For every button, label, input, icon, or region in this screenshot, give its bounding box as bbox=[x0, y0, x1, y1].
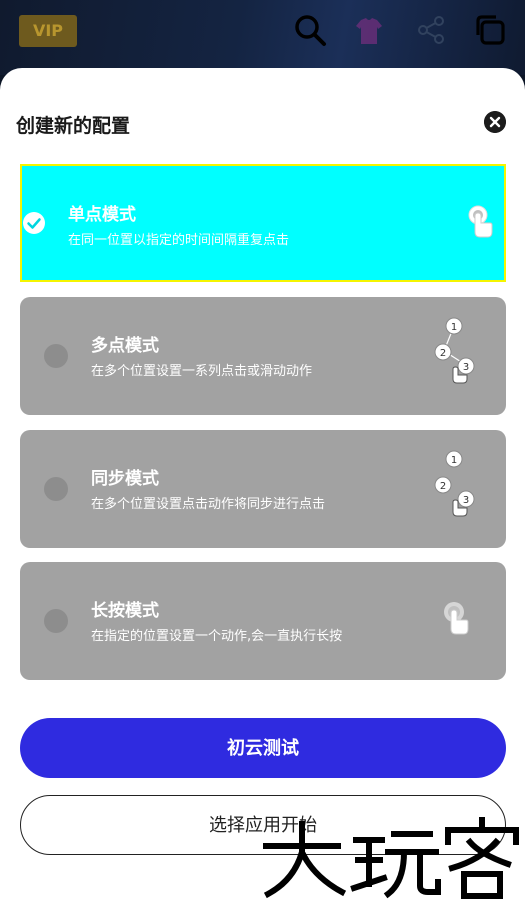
mode-card-multi[interactable]: 多点模式 在多个位置设置一系列点击或滑动动作 1 2 3 bbox=[20, 297, 506, 415]
search-icon[interactable] bbox=[292, 12, 328, 48]
sheet-title: 创建新的配置 bbox=[16, 115, 131, 137]
share-icon[interactable] bbox=[413, 12, 449, 48]
top-app-bar: VIP bbox=[0, 0, 525, 75]
shirt-icon[interactable] bbox=[352, 14, 386, 48]
mode-description: 在同一位置以指定的时间间隔重复点击 bbox=[68, 233, 290, 248]
svg-text:1: 1 bbox=[451, 322, 457, 333]
svg-text:3: 3 bbox=[463, 495, 469, 506]
mode-description: 在多个位置设置一系列点击或滑动动作 bbox=[91, 364, 313, 379]
check-circle-icon bbox=[23, 212, 45, 234]
svg-text:2: 2 bbox=[440, 348, 446, 359]
vip-badge[interactable]: VIP bbox=[19, 15, 77, 47]
multi-tap-icon: 1 2 3 bbox=[434, 317, 475, 384]
single-tap-icon bbox=[468, 205, 493, 238]
long-press-icon bbox=[444, 602, 469, 635]
mode-title: 长按模式 bbox=[91, 601, 159, 621]
sync-tap-icon: 1 2 3 bbox=[434, 450, 475, 517]
create-config-sheet: 创建新的配置 单点模式 在同一位置以指定的时间间隔重复点击 多点模式 在多个位置… bbox=[0, 68, 525, 901]
mode-title: 多点模式 bbox=[91, 336, 159, 356]
radio-button[interactable] bbox=[44, 609, 68, 633]
svg-text:1: 1 bbox=[451, 455, 457, 466]
mode-card-single[interactable]: 单点模式 在同一位置以指定的时间间隔重复点击 bbox=[20, 164, 506, 282]
copy-icon[interactable] bbox=[472, 12, 508, 48]
close-icon[interactable] bbox=[484, 111, 506, 133]
svg-text:2: 2 bbox=[440, 481, 446, 492]
mode-title: 同步模式 bbox=[91, 469, 159, 489]
mode-card-long-press[interactable]: 长按模式 在指定的位置设置一个动作,会一直执行长按 bbox=[20, 562, 506, 680]
radio-button[interactable] bbox=[44, 477, 68, 501]
mode-description: 在多个位置设置点击动作将同步进行点击 bbox=[91, 497, 326, 512]
mode-description: 在指定的位置设置一个动作,会一直执行长按 bbox=[91, 629, 343, 644]
svg-text:3: 3 bbox=[463, 362, 469, 373]
mode-title: 单点模式 bbox=[68, 205, 136, 225]
watermark-logo bbox=[263, 817, 519, 899]
radio-button[interactable] bbox=[44, 344, 68, 368]
test-button[interactable]: 初云测试 bbox=[20, 718, 506, 778]
mode-card-sync[interactable]: 同步模式 在多个位置设置点击动作将同步进行点击 1 2 3 bbox=[20, 430, 506, 548]
